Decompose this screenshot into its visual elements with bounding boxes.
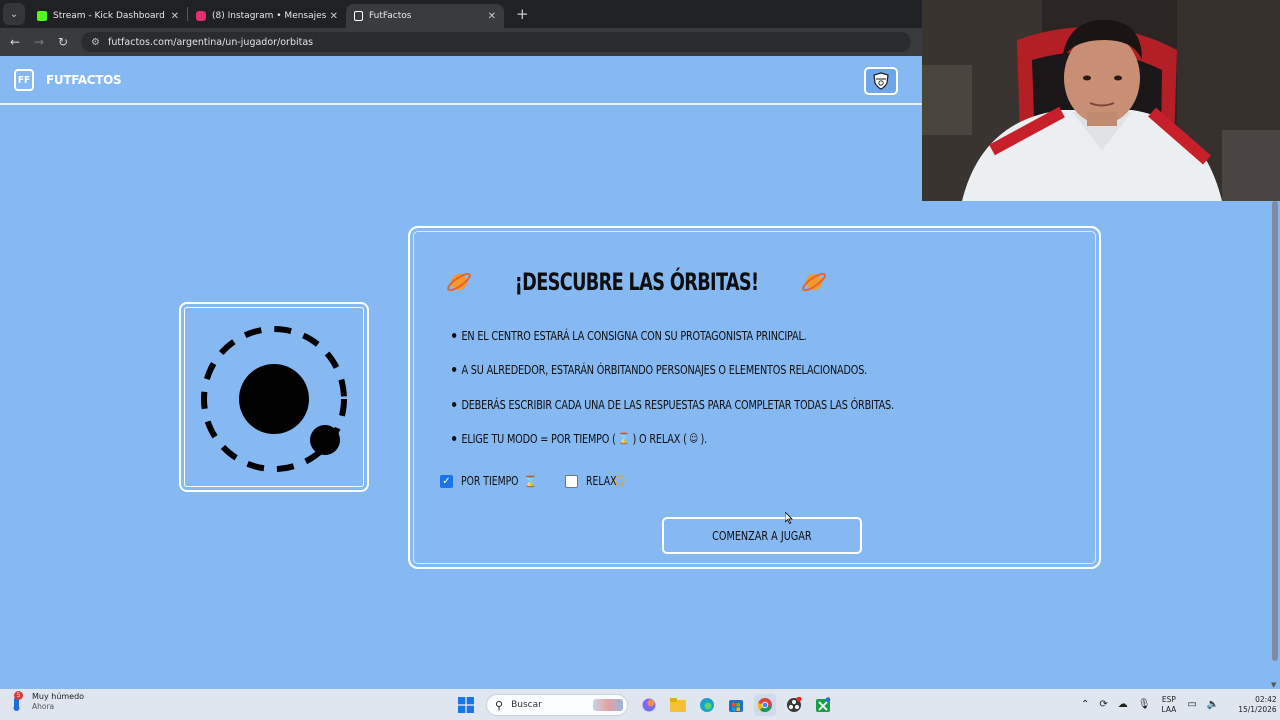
new-tab-icon[interactable]: + bbox=[516, 5, 529, 23]
webcam-overlay bbox=[922, 0, 1280, 201]
rule-text: ). bbox=[700, 431, 708, 447]
orbitas-intro-card: ¡DESCUBRE LAS ÓRBITAS! EN EL CENTRO ESTA… bbox=[408, 226, 1101, 569]
search-placeholder: Buscar bbox=[511, 700, 542, 710]
rule-text: DEBERÁS ESCRIBIR CADA UNA DE LAS RESPUES… bbox=[461, 396, 894, 412]
weather-icon: 5 bbox=[8, 691, 26, 711]
rules-list: EN EL CENTRO ESTARÁ LA CONSIGNA CON SU P… bbox=[452, 318, 966, 456]
streamer-video-image bbox=[922, 0, 1280, 201]
xbox-app-icon[interactable] bbox=[812, 694, 834, 716]
display-icon[interactable]: ▭ bbox=[1187, 699, 1196, 710]
microsoft-store-icon[interactable] bbox=[725, 694, 747, 716]
windows-taskbar: 5 Muy húmedo Ahora ⚲ Buscar ⌃ ⟳ ☁ 🎙 ESP … bbox=[0, 689, 1280, 720]
tab-futfactos[interactable]: FutFactos ✕ bbox=[346, 4, 504, 28]
close-tab-icon[interactable]: ✕ bbox=[488, 11, 496, 22]
site-logo-text[interactable]: FUTFACTOS bbox=[46, 73, 122, 87]
keyboard-layout: LAA bbox=[1161, 704, 1177, 714]
scroll-down-icon[interactable]: ▼ bbox=[1271, 681, 1276, 689]
weather-subtitle: Ahora bbox=[32, 702, 55, 711]
address-bar[interactable]: ⚙ futfactos.com/argentina/un-jugador/orb… bbox=[81, 32, 911, 52]
clock-date: 15/1/2026 bbox=[1238, 704, 1277, 714]
relax-checkbox[interactable] bbox=[564, 474, 578, 488]
sync-icon[interactable]: ⟳ bbox=[1099, 699, 1107, 710]
hourglass-icon: ⌛ bbox=[523, 474, 538, 488]
mode-selector: ✓ POR TIEMPO ⌛ RELAX ☺ bbox=[440, 474, 652, 488]
start-game-button[interactable]: COMENZAR A JUGAR bbox=[662, 517, 862, 554]
volume-icon[interactable]: 🔈 bbox=[1207, 699, 1219, 710]
weather-widget[interactable]: 5 Muy húmedo Ahora bbox=[8, 691, 85, 712]
taskbar-apps: ⚲ Buscar bbox=[451, 693, 837, 717]
card-title-row: ¡DESCUBRE LAS ÓRBITAS! bbox=[446, 268, 827, 296]
forward-arrow-icon[interactable]: → bbox=[27, 35, 51, 49]
clock-time: 02:42 bbox=[1255, 694, 1277, 704]
system-tray: ⌃ ⟳ ☁ 🎙 ESP LAA ▭ 🔈 02:42 15/1/2026 bbox=[1076, 691, 1277, 718]
file-explorer-icon[interactable] bbox=[667, 694, 689, 716]
page-scrollbar[interactable]: ▼ bbox=[1270, 201, 1280, 689]
mouse-cursor-icon bbox=[785, 512, 793, 524]
smiley-icon: ☺ bbox=[689, 432, 698, 446]
rule-text: EN EL CENTRO ESTARÁ LA CONSIGNA CON SU P… bbox=[461, 327, 807, 343]
reload-icon[interactable]: ↻ bbox=[51, 35, 75, 49]
kick-favicon-icon bbox=[37, 11, 47, 21]
back-arrow-icon[interactable]: ← bbox=[3, 35, 27, 49]
instagram-favicon-icon bbox=[196, 11, 206, 21]
rule-text: A SU ALREDEDOR, ESTARÁN ÓRBITANDO PERSON… bbox=[461, 362, 868, 378]
tab-instagram[interactable]: (8) Instagram • Mensajes ✕ bbox=[188, 4, 346, 28]
cloud-icon[interactable]: ☁ bbox=[1118, 699, 1128, 710]
rule-text: ELIGE TU MODO = POR TIEMPO ( bbox=[461, 431, 616, 447]
language-indicator[interactable]: ESP LAA bbox=[1161, 695, 1176, 715]
por-tiempo-checkbox[interactable]: ✓ bbox=[440, 474, 453, 488]
start-game-label: COMENZAR A JUGAR bbox=[712, 528, 812, 543]
scrollbar-thumb[interactable] bbox=[1272, 201, 1278, 661]
obs-icon[interactable] bbox=[783, 694, 805, 716]
url-text: futfactos.com/argentina/un-jugador/orbit… bbox=[107, 36, 314, 48]
card-title: ¡DESCUBRE LAS ÓRBITAS! bbox=[514, 268, 759, 296]
bullet-icon bbox=[452, 436, 457, 442]
site-info-icon[interactable]: ⚙ bbox=[91, 37, 100, 48]
bullet-icon bbox=[452, 401, 457, 407]
logo-mark-text: FF bbox=[17, 74, 31, 86]
team-shield-button[interactable] bbox=[864, 67, 898, 95]
rule-item: A SU ALREDEDOR, ESTARÁN ÓRBITANDO PERSON… bbox=[452, 353, 894, 388]
rule-item: EN EL CENTRO ESTARÁ LA CONSIGNA CON SU P… bbox=[452, 318, 894, 353]
rule-item: DEBERÁS ESCRIBIR CADA UNA DE LAS RESPUES… bbox=[452, 387, 894, 422]
tab-kick-dashboard[interactable]: Stream - Kick Dashboard ✕ bbox=[29, 4, 187, 28]
search-icon: ⚲ bbox=[495, 698, 504, 712]
hourglass-icon: ⌛ bbox=[618, 432, 630, 446]
show-hidden-icons-chevron-icon[interactable]: ⌃ bbox=[1081, 699, 1089, 710]
edge-browser-icon[interactable] bbox=[696, 694, 718, 716]
language-code: ESP bbox=[1161, 694, 1176, 704]
orbit-diagram-icon bbox=[201, 326, 347, 472]
bullet-icon bbox=[452, 367, 457, 373]
bullet-icon bbox=[452, 332, 457, 338]
tab-search-button[interactable]: ⌄ bbox=[3, 3, 25, 25]
relax-label[interactable]: RELAX bbox=[586, 474, 616, 488]
shield-icon bbox=[873, 72, 889, 90]
close-tab-icon[interactable]: ✕ bbox=[171, 11, 179, 22]
futfactos-logo-icon[interactable]: FF bbox=[14, 69, 34, 91]
weather-badge: 5 bbox=[14, 691, 23, 700]
taskbar-search[interactable]: ⚲ Buscar bbox=[486, 694, 628, 716]
windows-start-icon[interactable] bbox=[455, 694, 477, 716]
weather-title: Muy húmedo bbox=[32, 692, 85, 701]
rule-text: ) O RELAX ( bbox=[632, 431, 687, 447]
tab-title: Stream - Kick Dashboard bbox=[53, 11, 165, 21]
ringed-planet-icon bbox=[447, 272, 471, 292]
microphone-icon[interactable]: 🎙 bbox=[1138, 699, 1151, 710]
close-tab-icon[interactable]: ✕ bbox=[330, 11, 338, 22]
por-tiempo-label[interactable]: POR TIEMPO bbox=[461, 474, 518, 488]
futfactos-favicon-icon bbox=[354, 11, 363, 21]
mode-relax[interactable]: RELAX ☺ bbox=[564, 474, 629, 488]
tab-title: FutFactos bbox=[369, 11, 412, 21]
clock[interactable]: 02:42 15/1/2026 bbox=[1238, 695, 1276, 715]
orbit-illustration-card bbox=[179, 302, 369, 492]
tab-title: (8) Instagram • Mensajes bbox=[212, 11, 326, 21]
chrome-icon[interactable] bbox=[753, 694, 776, 716]
mode-por-tiempo[interactable]: ✓ POR TIEMPO ⌛ bbox=[440, 474, 541, 488]
rule-item-mode: ELIGE TU MODO = POR TIEMPO ( ⌛ ) O RELAX… bbox=[452, 422, 894, 457]
copilot-icon[interactable] bbox=[638, 694, 660, 716]
ringed-planet-icon bbox=[802, 272, 827, 292]
search-highlight-icon bbox=[593, 699, 623, 711]
